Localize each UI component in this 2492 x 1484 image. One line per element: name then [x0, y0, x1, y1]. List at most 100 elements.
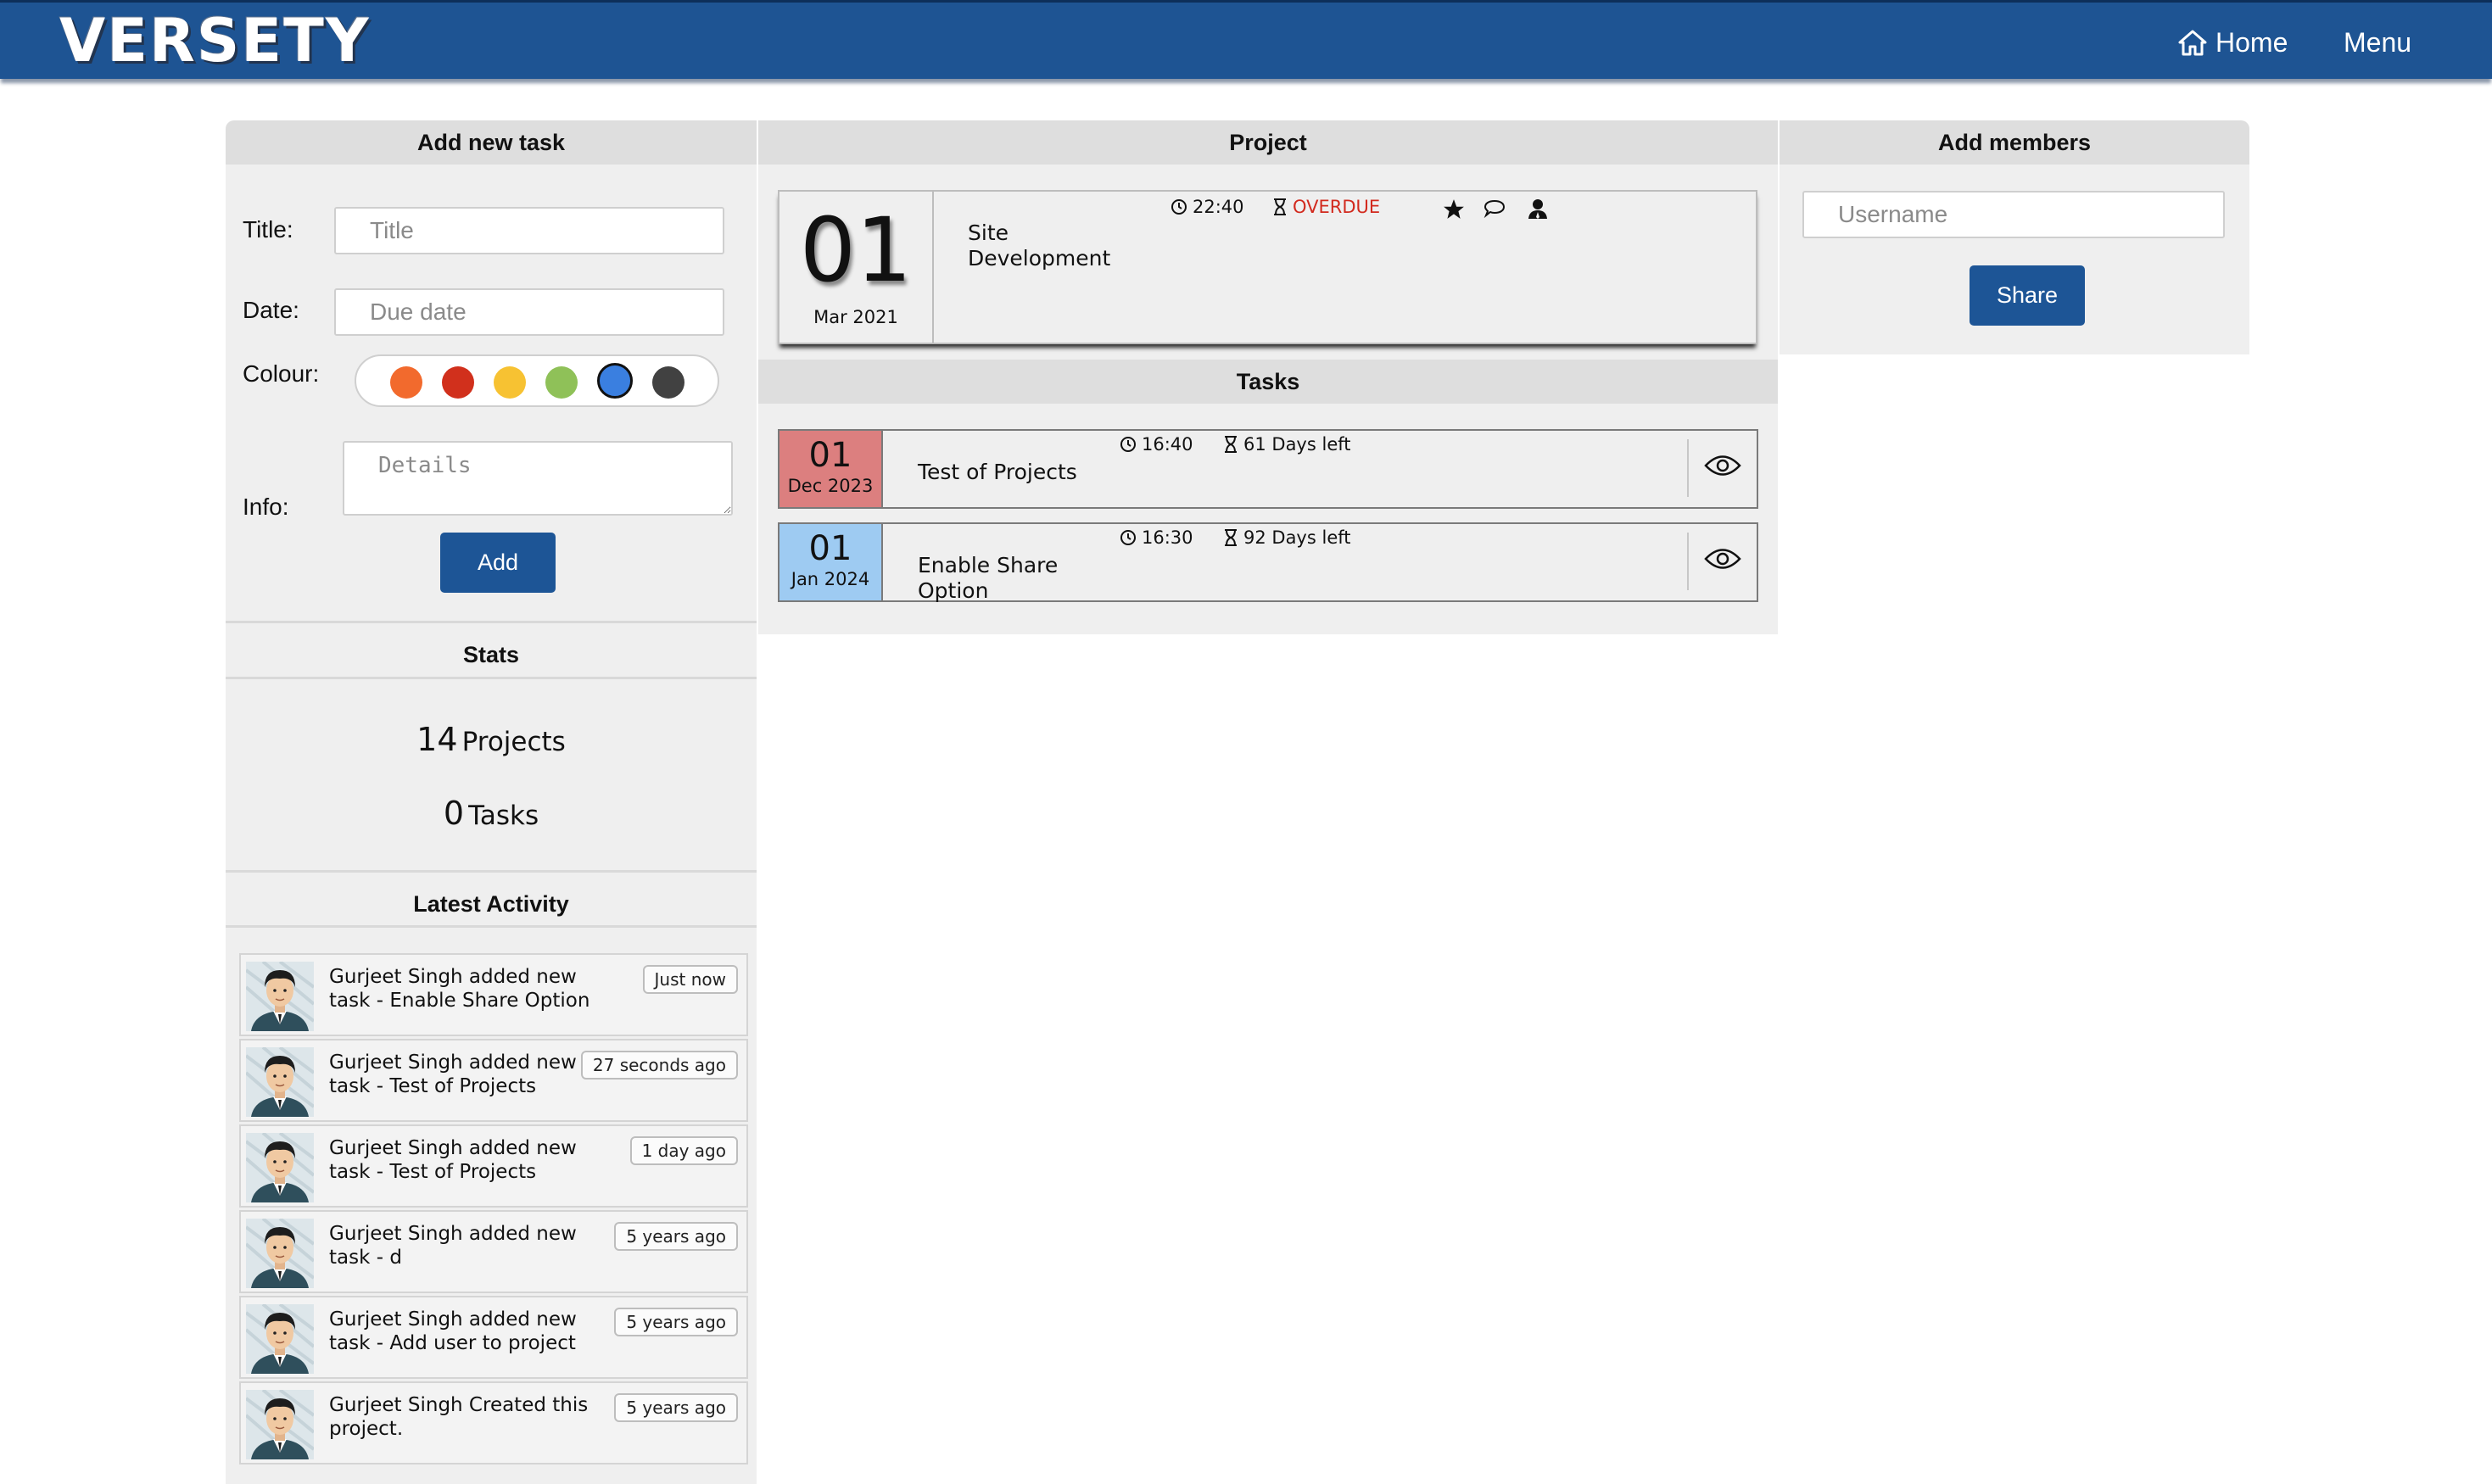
- task-date: 01 Dec 2023: [779, 431, 883, 507]
- nav-home-label: Home: [2215, 26, 2288, 58]
- home-icon: [2178, 30, 2207, 56]
- activity-heading: Latest Activity: [226, 880, 757, 928]
- avatar: [246, 1133, 314, 1202]
- avatar: [246, 1304, 314, 1374]
- project-time-text: 22:40: [1193, 197, 1244, 217]
- projects-count: 14: [416, 721, 458, 758]
- due-date-input[interactable]: [334, 288, 724, 336]
- divider: [226, 925, 757, 928]
- colour-swatch-orange[interactable]: [390, 366, 422, 399]
- task-card[interactable]: 01 Jan 2024 Enable Share Option 16:30 92…: [778, 522, 1758, 603]
- details-textarea[interactable]: [343, 441, 733, 516]
- date-label: Date:: [243, 297, 299, 323]
- member-icon[interactable]: [1526, 197, 1550, 220]
- activity-item: Gurjeet Singh added new task - Enable Sh…: [239, 953, 748, 1036]
- add-members-heading: Add members: [1780, 120, 2249, 165]
- project-month: Mar 2021: [813, 307, 898, 327]
- avatar: [246, 962, 314, 1031]
- activity-text: Gurjeet Singh added new task - Test of P…: [329, 1052, 577, 1097]
- project-status-text: OVERDUE: [1293, 197, 1381, 217]
- project-card[interactable]: 01 Mar 2021 Site Development 22:40 OVERD…: [778, 190, 1757, 344]
- info-label: Info:: [243, 494, 289, 520]
- activity-time-badge: 27 seconds ago: [580, 1051, 738, 1080]
- colour-swatch-yellow[interactable]: [494, 366, 526, 399]
- project-status: OVERDUE: [1272, 197, 1380, 217]
- top-navbar: VERSETY Home Menu: [0, 0, 2492, 79]
- activity-text: Gurjeet Singh Created this project.: [329, 1394, 589, 1440]
- hourglass-icon: [1225, 436, 1237, 453]
- divider: [1687, 439, 1689, 497]
- activity-text: Gurjeet Singh added new task - d: [329, 1223, 577, 1269]
- colour-label: Colour:: [243, 360, 320, 387]
- task-month: Jan 2024: [791, 569, 870, 589]
- clock-icon: [1120, 437, 1136, 452]
- task-card[interactable]: 01 Dec 2023 Test of Projects 16:40 61 Da…: [778, 429, 1758, 509]
- eye-icon[interactable]: [1704, 453, 1741, 478]
- task-title: Enable Share Option: [918, 553, 1059, 603]
- avatar: [246, 1219, 314, 1288]
- task-days-left-text: 61 Days left: [1243, 434, 1351, 455]
- activity-time-badge: Just now: [642, 965, 738, 994]
- hourglass-icon: [1274, 198, 1286, 215]
- star-icon[interactable]: [1443, 198, 1465, 220]
- activity-text: Gurjeet Singh added new task - Add user …: [329, 1308, 577, 1354]
- eye-icon[interactable]: [1704, 546, 1741, 572]
- task-time-text: 16:30: [1142, 527, 1193, 548]
- nav-menu-link[interactable]: Menu: [2344, 23, 2411, 62]
- task-title: Test of Projects: [918, 460, 1077, 484]
- activity-time-badge: 1 day ago: [629, 1136, 738, 1165]
- tasks-label: Tasks: [468, 801, 539, 831]
- task-day: 01: [808, 436, 852, 475]
- tasks-count: 0: [443, 795, 465, 832]
- projects-label: Projects: [461, 727, 566, 757]
- activity-item: Gurjeet Singh Created this project. 5 ye…: [239, 1381, 748, 1464]
- brand-logo[interactable]: VERSETY: [59, 6, 371, 75]
- clock-icon: [1171, 199, 1187, 215]
- stat-projects: 14 Projects: [226, 721, 757, 758]
- activity-list: Gurjeet Singh added new task - Enable Sh…: [226, 953, 757, 1484]
- stat-tasks: 0 Tasks: [226, 795, 757, 832]
- title-input[interactable]: [334, 207, 724, 254]
- project-heading: Project: [758, 120, 1778, 165]
- task-day: 01: [808, 529, 852, 568]
- activity-time-badge: 5 years ago: [614, 1308, 738, 1336]
- comment-icon[interactable]: [1483, 198, 1506, 219]
- nav-home-link[interactable]: Home: [2178, 23, 2288, 62]
- title-label: Title:: [243, 216, 293, 243]
- avatar: [246, 1390, 314, 1459]
- task-month: Dec 2023: [787, 476, 874, 496]
- add-task-button[interactable]: Add: [440, 533, 556, 593]
- project-date: 01 Mar 2021: [779, 192, 934, 343]
- activity-text: Gurjeet Singh added new task - Enable Sh…: [329, 966, 590, 1012]
- divider: [226, 870, 757, 873]
- task-days-left: 61 Days left: [1223, 434, 1351, 455]
- task-time-text: 16:40: [1142, 434, 1193, 455]
- activity-time-badge: 5 years ago: [614, 1222, 738, 1251]
- task-time: 16:40: [1120, 434, 1193, 455]
- activity-item: Gurjeet Singh added new task - Test of P…: [239, 1039, 748, 1122]
- divider: [1687, 533, 1689, 590]
- task-date: 01 Jan 2024: [779, 524, 883, 600]
- activity-item: Gurjeet Singh added new task - Add user …: [239, 1296, 748, 1379]
- avatar: [246, 1047, 314, 1117]
- colour-swatch-green[interactable]: [545, 366, 578, 399]
- username-input[interactable]: [1802, 191, 2225, 238]
- colour-swatch-blue[interactable]: [597, 363, 633, 399]
- divider: [226, 677, 757, 679]
- share-button[interactable]: Share: [1970, 265, 2085, 326]
- activity-time-badge: 5 years ago: [614, 1393, 738, 1422]
- task-days-left: 92 Days left: [1223, 527, 1351, 548]
- activity-text: Gurjeet Singh added new task - Test of P…: [329, 1137, 577, 1183]
- project-title: Site Development: [968, 220, 1111, 271]
- colour-swatch-dark[interactable]: [652, 366, 684, 399]
- clock-icon: [1120, 530, 1136, 545]
- divider: [226, 621, 757, 623]
- colour-swatch-red[interactable]: [442, 366, 474, 399]
- stats-heading: Stats: [226, 631, 757, 678]
- colour-picker: [355, 354, 719, 407]
- task-time: 16:30: [1120, 527, 1193, 548]
- tasks-heading: Tasks: [758, 360, 1778, 404]
- add-task-heading: Add new task: [226, 120, 757, 165]
- activity-item: Gurjeet Singh added new task - Test of P…: [239, 1124, 748, 1208]
- activity-item: Gurjeet Singh added new task - d 5 years…: [239, 1210, 748, 1293]
